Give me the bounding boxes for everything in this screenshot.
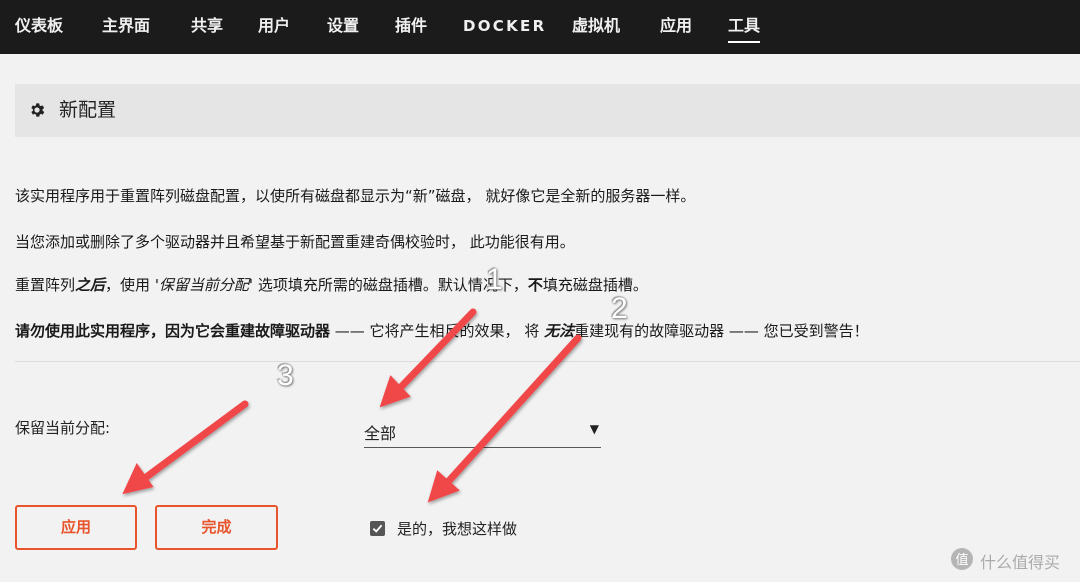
arrow-1-icon — [396, 308, 477, 392]
annotation-arrows — [122, 308, 582, 503]
arrow-3-icon — [141, 400, 249, 482]
annotation-number-1: 1 — [486, 263, 503, 296]
arrow-3-head-icon — [122, 463, 154, 495]
annotation-number-3: 3 — [277, 359, 294, 392]
svg-text:值: 值 — [955, 552, 968, 568]
annotation-number-2: 2 — [611, 292, 628, 325]
watermark-text: 什么值得买 — [980, 553, 1061, 572]
zdm-logo-icon: 值 — [951, 548, 973, 570]
arrow-2-icon — [443, 334, 582, 487]
